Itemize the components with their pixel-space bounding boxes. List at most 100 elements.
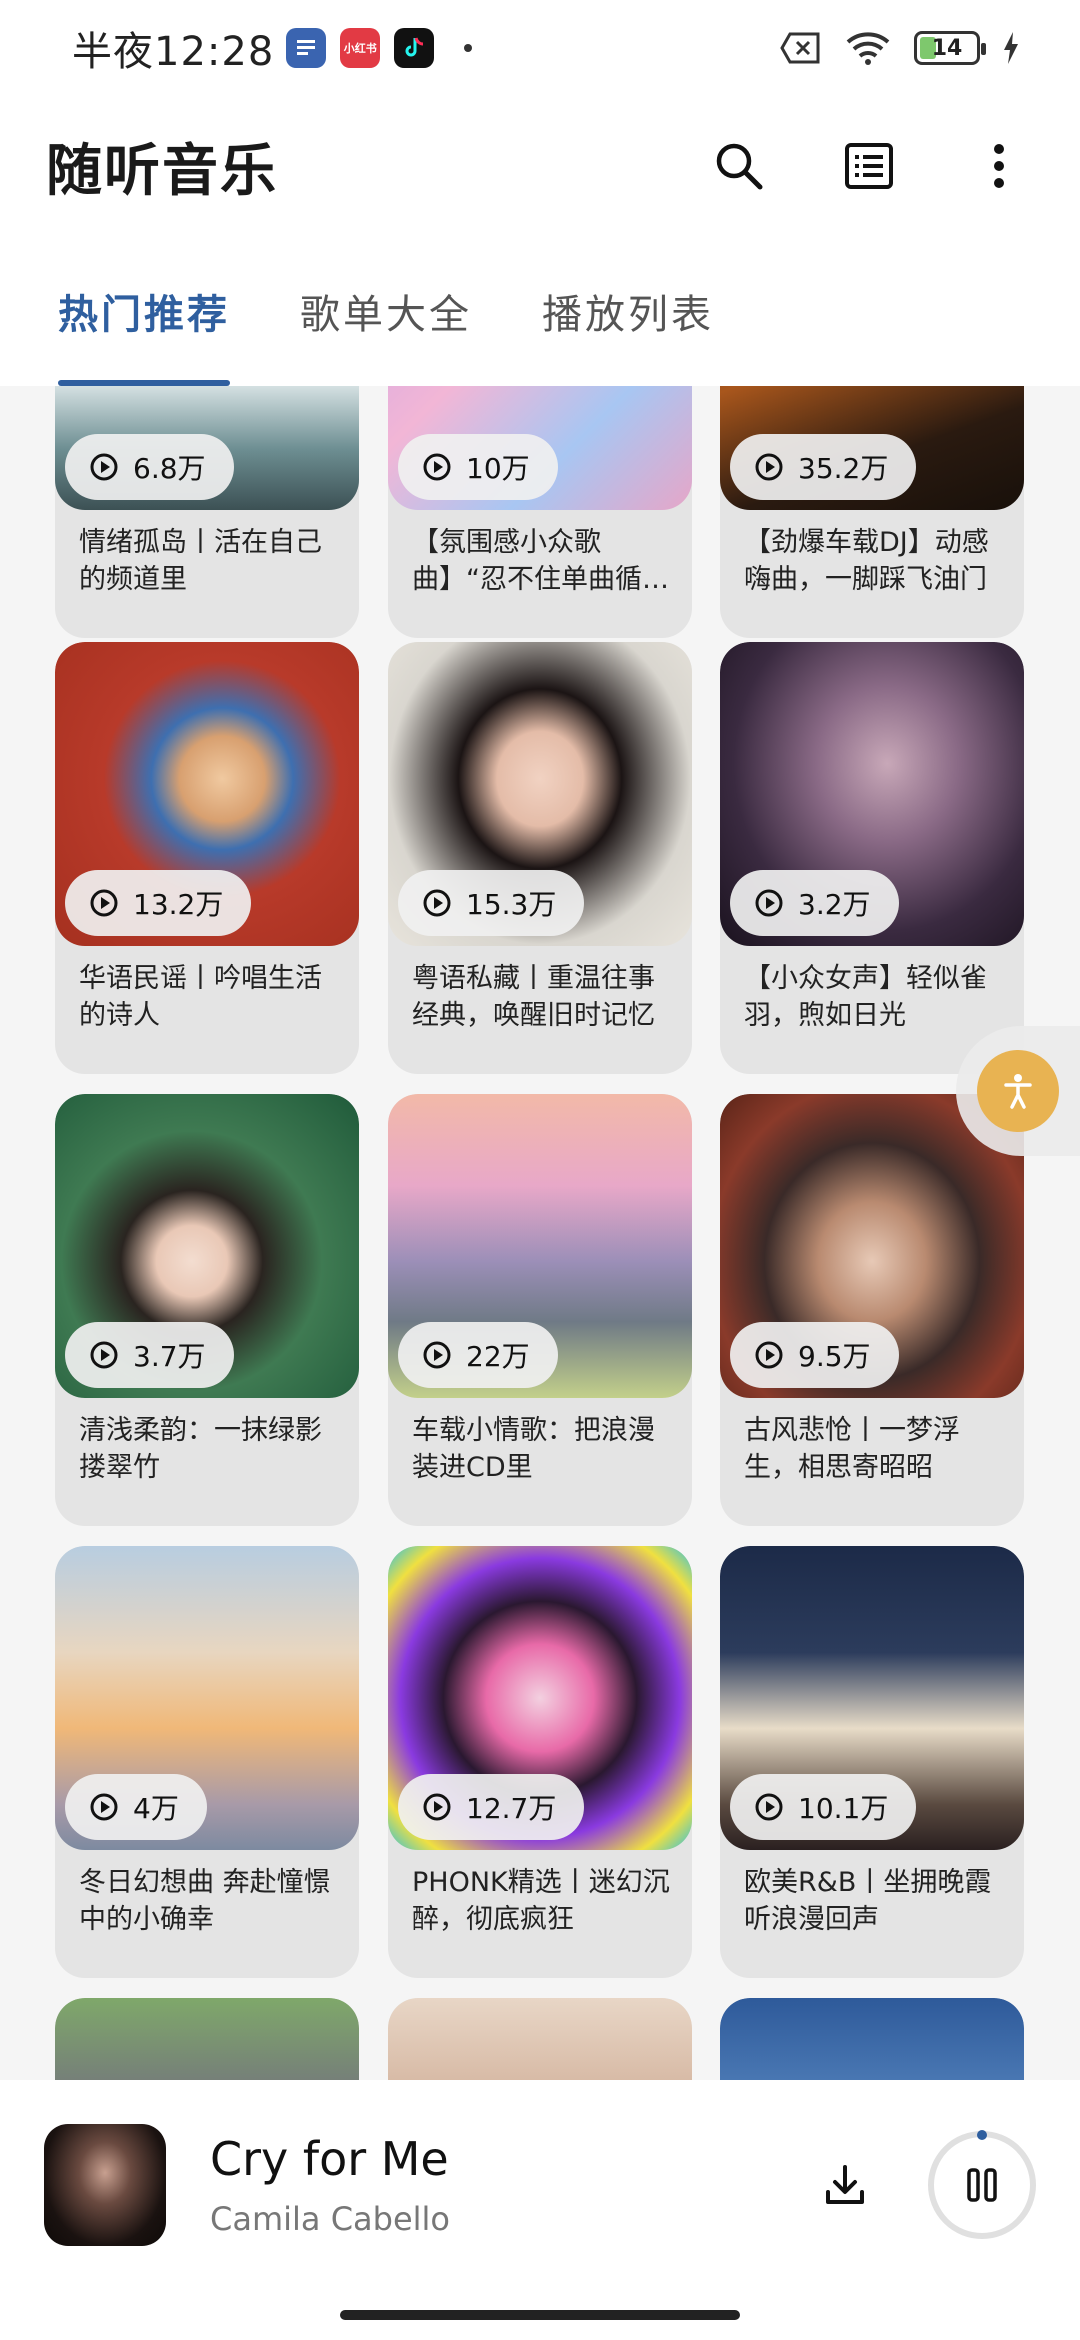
play-count: 3.2万	[798, 888, 871, 921]
sim-off-icon	[780, 32, 820, 64]
app-title: 随听音乐	[46, 138, 278, 204]
playlist-title: 【氛围感小众歌曲】“忍不住单曲循环！”	[412, 527, 642, 595]
playlist-card[interactable]: 6.8万 情绪孤岛丨活在自己的频道里	[55, 386, 359, 638]
pause-button[interactable]	[928, 2130, 1036, 2239]
wifi-icon	[846, 32, 890, 65]
music-app-icon	[286, 28, 327, 68]
download-icon	[826, 2165, 864, 2204]
play-count-badge: 22万	[398, 1322, 558, 1388]
play-count-badge: 6.8万	[65, 434, 234, 500]
playlist-title: 华语民谣丨吟唱生活的诗人	[79, 963, 322, 1031]
now-playing-artist: Camila Cabello	[210, 2200, 450, 2238]
tiktok-app-icon	[394, 28, 435, 68]
playlist-title: PHONK精选丨迷幻沉醉，彻底疯狂	[412, 1867, 670, 1935]
gesture-area	[0, 2290, 1080, 2340]
play-count: 10.1万	[798, 1792, 889, 1825]
play-circle-icon	[90, 1341, 118, 1369]
playlist-card[interactable]: 12.7万 PHONK精选丨迷幻沉醉，彻底疯狂	[388, 1546, 692, 1978]
playlist-cover	[388, 1998, 692, 2080]
status-time: 半夜12:28	[72, 29, 275, 75]
play-count-badge: 35.2万	[730, 434, 917, 500]
play-count: 4万	[133, 1792, 179, 1825]
play-circle-icon	[423, 889, 451, 917]
now-playing-title: Cry for Me	[210, 2132, 449, 2186]
play-circle-icon	[423, 1793, 451, 1821]
floating-accessibility-button[interactable]	[956, 1026, 1080, 1156]
playlist-title: 车载小情歌：把浪漫装进CD里	[412, 1415, 655, 1483]
play-count: 10万	[466, 452, 530, 485]
search-button[interactable]	[704, 131, 774, 201]
play-count: 35.2万	[798, 452, 889, 485]
playlist-card[interactable]: 9.5万 古风悲怆丨一梦浮生，相思寄昭昭	[720, 1094, 1024, 1526]
tab-bar: 热门推荐 歌单大全 播放列表	[0, 236, 1080, 386]
battery-icon: 14	[914, 31, 986, 65]
playlist-title: 情绪孤岛丨活在自己的频道里	[79, 527, 322, 595]
playlist-title: 冬日幻想曲 奔赴憧憬中的小确幸	[79, 1867, 331, 1935]
app-bar: 随听音乐	[0, 96, 1080, 236]
tab-play-queue[interactable]: 播放列表	[542, 236, 714, 386]
play-count-badge: 10.1万	[730, 1774, 917, 1840]
tab-playlists[interactable]: 歌单大全	[300, 236, 472, 386]
play-count-badge: 13.2万	[65, 870, 252, 936]
tab-hot-recommend[interactable]: 热门推荐	[58, 236, 230, 386]
playlist-title: 【劲爆车载DJ】动感嗨曲，一脚踩飞油门	[744, 527, 989, 595]
notification-dot	[464, 44, 473, 52]
play-circle-icon	[755, 1341, 783, 1369]
playlist-card[interactable]: 10.1万 欧美R&B丨坐拥晚霞听浪漫回声	[720, 1546, 1024, 1978]
play-count-badge: 12.7万	[398, 1774, 585, 1840]
charging-icon	[1004, 32, 1018, 64]
play-circle-icon	[90, 453, 118, 481]
playlist-card[interactable]: 22万 车载小情歌：把浪漫装进CD里	[388, 1094, 692, 1526]
home-indicator[interactable]	[340, 2310, 740, 2320]
play-circle-icon	[755, 453, 783, 481]
now-playing-cover[interactable]	[44, 2124, 166, 2246]
playlist-card[interactable]: 13.2万 华语民谣丨吟唱生活的诗人	[55, 642, 359, 1074]
play-count: 9.5万	[798, 1340, 871, 1373]
play-count: 15.3万	[466, 888, 557, 921]
playlist-card[interactable]	[388, 1998, 692, 2080]
download-button[interactable]	[810, 2150, 880, 2220]
xiaohongshu-app-icon: 小红书	[340, 28, 381, 68]
playlist-cover	[55, 1998, 359, 2080]
playlist-cover	[720, 1998, 1024, 2080]
play-count: 13.2万	[133, 888, 224, 921]
play-circle-icon	[755, 1793, 783, 1821]
play-circle-icon	[423, 1341, 451, 1369]
play-circle-icon	[90, 889, 118, 917]
play-circle-icon	[90, 1793, 118, 1821]
play-circle-icon	[423, 453, 451, 481]
playlist-title: 【小众女声】轻似雀羽，煦如日光	[744, 963, 987, 1031]
search-icon	[716, 143, 763, 190]
playlist-card[interactable]: 15.3万 粤语私藏丨重温往事经典，唤醒旧时记忆	[388, 642, 692, 1074]
play-count-badge: 9.5万	[730, 1322, 899, 1388]
play-count-badge: 3.7万	[65, 1322, 234, 1388]
play-count: 22万	[466, 1340, 530, 1373]
playlist-card[interactable]	[55, 1998, 359, 2080]
accessibility-icon	[1004, 1074, 1032, 1109]
play-count: 12.7万	[466, 1792, 557, 1825]
play-count-badge: 10万	[398, 434, 558, 500]
playlist-card[interactable]: 3.2万 【小众女声】轻似雀羽，煦如日光	[720, 642, 1024, 1074]
play-count-badge: 4万	[65, 1774, 207, 1840]
playlist-title: 清浅柔韵：一抹绿影搂翠竹	[79, 1415, 322, 1483]
playlist-card[interactable]: 35.2万 【劲爆车载DJ】动感嗨曲，一脚踩飞油门	[720, 386, 1024, 638]
more-button[interactable]	[964, 131, 1034, 201]
play-count-badge: 15.3万	[398, 870, 585, 936]
now-playing-bar[interactable]: Cry for Me Camila Cabello	[0, 2080, 1080, 2290]
playlist-card[interactable]: 4万 冬日幻想曲 奔赴憧憬中的小确幸	[55, 1546, 359, 1978]
playlist-card[interactable]: 3.7万 清浅柔韵：一抹绿影搂翠竹	[55, 1094, 359, 1526]
playlist-title: 欧美R&B丨坐拥晚霞听浪漫回声	[744, 1867, 992, 1935]
list-button[interactable]	[834, 131, 904, 201]
status-app-icons: 小红书	[286, 28, 435, 68]
playlist-title: 古风悲怆丨一梦浮生，相思寄昭昭	[744, 1415, 960, 1483]
playlist-card[interactable]: 10万 【氛围感小众歌曲】“忍不住单曲循环！”	[388, 386, 692, 638]
playlist-card[interactable]	[720, 1998, 1024, 2080]
playlist-grid: 6.8万 情绪孤岛丨活在自己的频道里 10万 【氛围感小众歌曲】“忍不住单曲循环…	[0, 386, 1080, 2080]
play-count-badge: 3.2万	[730, 870, 899, 936]
play-count: 6.8万	[133, 452, 206, 485]
play-count: 3.7万	[133, 1340, 206, 1373]
list-icon	[845, 143, 893, 189]
status-bar: 半夜12:28 小红书 14	[0, 0, 1080, 96]
battery-level: 14	[931, 35, 963, 61]
playback-progress-indicator	[977, 2130, 987, 2140]
